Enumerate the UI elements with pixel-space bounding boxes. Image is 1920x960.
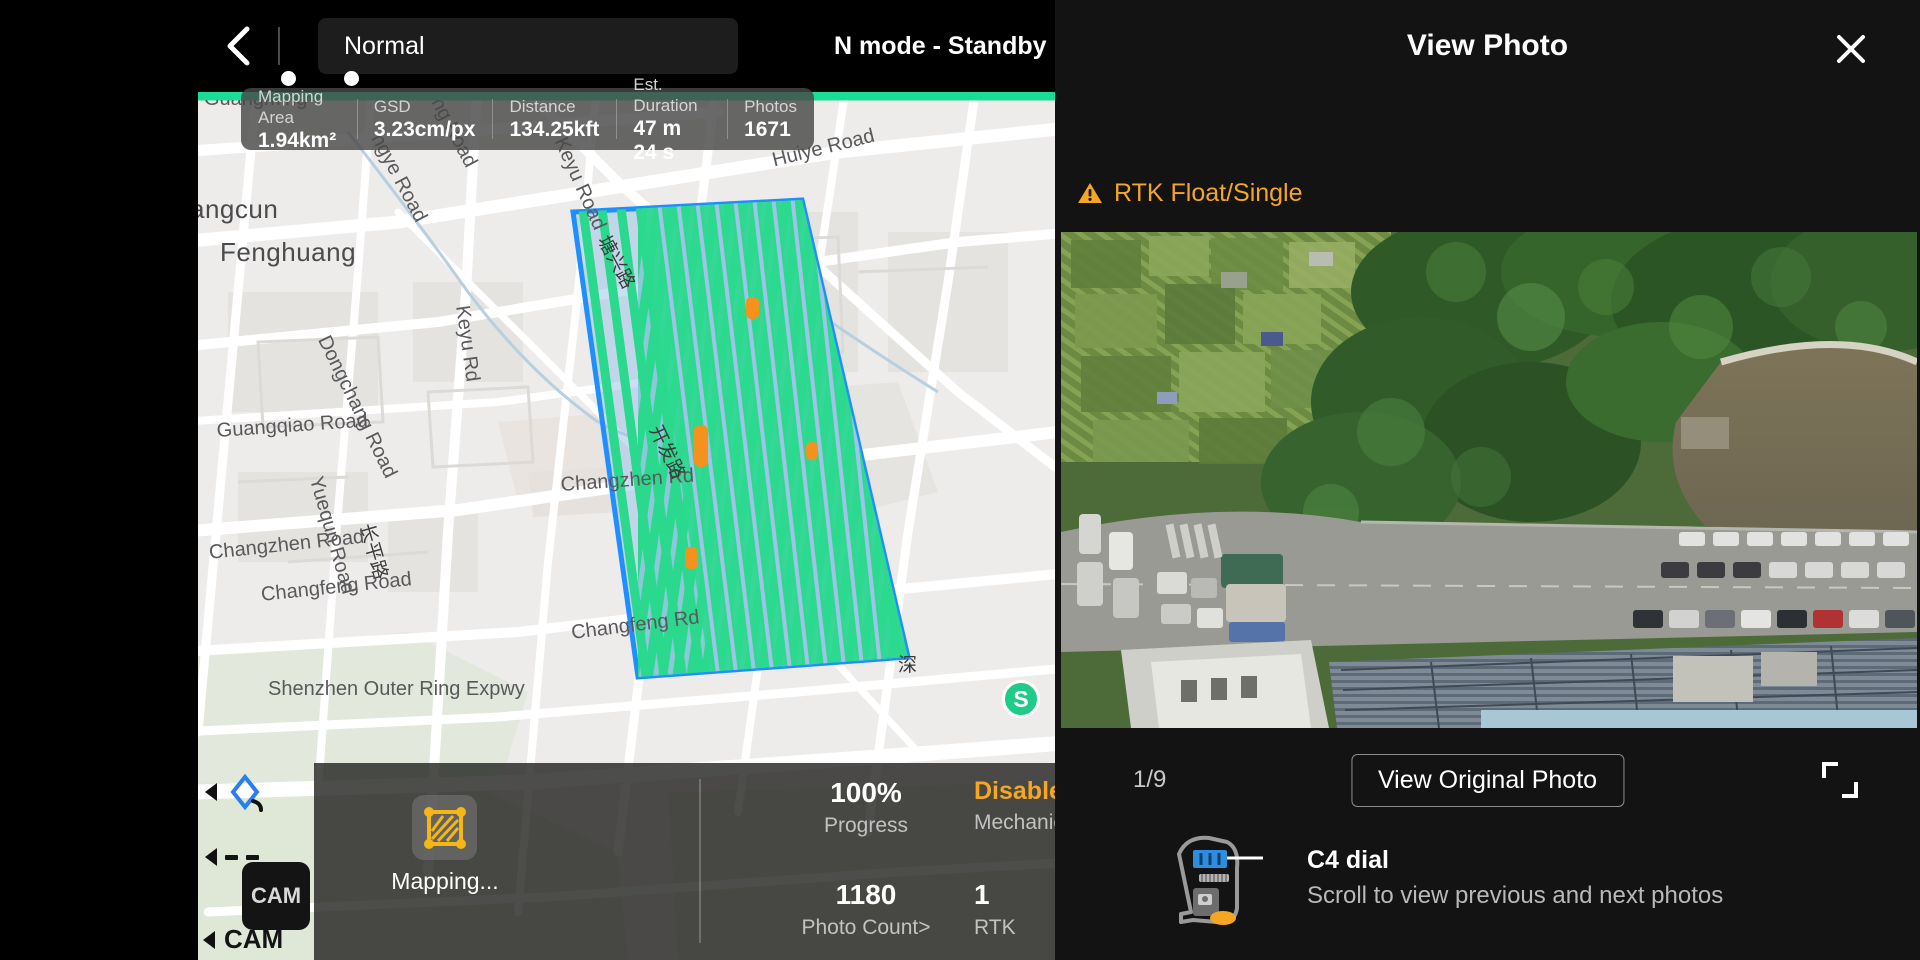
map-label: Shenzhen Outer Ring Expwy [268,678,525,700]
triangle-left-icon [205,783,217,801]
close-button[interactable] [1828,26,1874,72]
stat-value: 47 m 24 s [633,116,682,164]
stat-mapping-area: Mapping Area 1.94km² [241,86,357,152]
expand-icon [1822,762,1858,798]
photo-controls: 1/9 View Original Photo [1055,740,1920,820]
stat-label: Mapping Area [258,86,324,127]
mapping-polygon-icon [423,806,466,849]
stat-value: 3.23cm/px [373,118,476,141]
dash-segment [246,854,259,860]
stat-photos: Photos 1671 [727,88,814,150]
aircraft-location-icon [230,773,263,812]
telemetry-photo-count[interactable]: 1180 Photo Count> [766,879,966,941]
rtk-warning-text: RTK Float/Single [1114,178,1303,207]
stat-est-duration: Est. Duration 47 m 24 s [616,75,727,164]
camera-switch-label: CAM [250,883,302,908]
triangle-left-icon [205,848,217,866]
dial-hint: C4 dial Scroll to view previous and next… [1055,822,1920,934]
waypoint-dot[interactable] [281,71,296,86]
progress-label: Progress [823,814,909,837]
topbar-divider [278,27,280,65]
stat-value: 134.25kft [509,118,600,141]
stat-value: 1671 [744,118,791,141]
rtk-label: RTK [974,916,1016,939]
stat-label: Distance [509,97,576,116]
dial-hint-text: C4 dial Scroll to view previous and next… [1307,845,1723,911]
view-photo-title: View Photo [1406,29,1569,62]
flight-status-text: N mode - Standby [834,31,1047,60]
telemetry-progress: 100% Progress [766,777,966,839]
back-button[interactable] [208,15,270,77]
rtk-warning: RTK Float/Single [1055,170,1303,216]
map-control-home[interactable] [205,770,267,814]
map-label: 深 [898,655,918,676]
top-bar: Normal N mode - Standby [0,0,1055,92]
flight-app-view: Guangming angcun Fenghuang ngye Road ng … [0,0,1055,960]
view-original-photo-button[interactable]: View Original Photo [1350,753,1625,807]
camera-switch-button[interactable]: CAM [242,862,310,930]
dash-segment [225,854,238,860]
chevron-left-icon [227,26,250,66]
stat-label: GSD [373,97,411,116]
telemetry-rtk: 1 RTK [974,879,1055,941]
map-label: Fenghuang [220,237,357,267]
disabled-photos-value: Disabled photos [974,777,1055,805]
triangle-left-icon [203,930,215,949]
map-label: angcun [198,194,279,224]
stat-distance: Distance 134.25kft [492,88,616,150]
close-icon [1837,35,1865,63]
controller-illustration [1177,835,1263,925]
flight-mode-label: Normal [344,31,425,60]
mapping-mode-label: Mapping... [391,868,499,894]
telemetry-mechanical-shutter: Disabled photos Mechanical Shutter [974,777,1055,836]
flight-mode-selector[interactable]: Normal [318,18,738,74]
photo-count-label: Photo Count> [801,916,931,939]
mechanical-shutter-label: Mechanical Shutter [974,811,1055,834]
photo-preview[interactable] [1061,232,1917,728]
stat-value: 1.94km² [258,128,337,152]
aerial-photo-image [1061,232,1917,728]
stat-label: Est. Duration [633,74,698,115]
progress-value: 100% [830,777,902,808]
dial-hint-subtitle: Scroll to view previous and next photos [1307,882,1724,909]
rtk-value: 1 [974,879,990,910]
stat-label: Photos [744,97,797,116]
waypoint-dot[interactable] [344,71,359,86]
photo-count-value: 1180 [835,879,897,910]
mission-stats-bar: Mapping Area 1.94km² GSD 3.23cm/px Dista… [241,75,814,164]
dial-hint-title: C4 dial [1307,846,1389,874]
view-photo-header: View Photo [1055,0,1920,100]
view-photo-panel: View Photo RTK Float/Single 1/9 View Ori… [1055,0,1920,960]
app-root: Guangming angcun Fenghuang ngye Road ng … [0,0,1920,960]
telemetry-divider [699,779,701,943]
stat-gsd: GSD 3.23cm/px [356,88,493,150]
mapping-mode-button[interactable] [412,795,477,860]
telemetry-panel: 100% Progress 1180 Photo Count> Disabled… [314,763,1055,960]
c4-dial-icon [1171,828,1267,928]
start-marker[interactable]: S [1002,680,1040,718]
warning-triangle-icon [1078,183,1102,203]
fullscreen-button[interactable] [1820,760,1860,800]
photo-index: 1/9 [1133,766,1167,793]
